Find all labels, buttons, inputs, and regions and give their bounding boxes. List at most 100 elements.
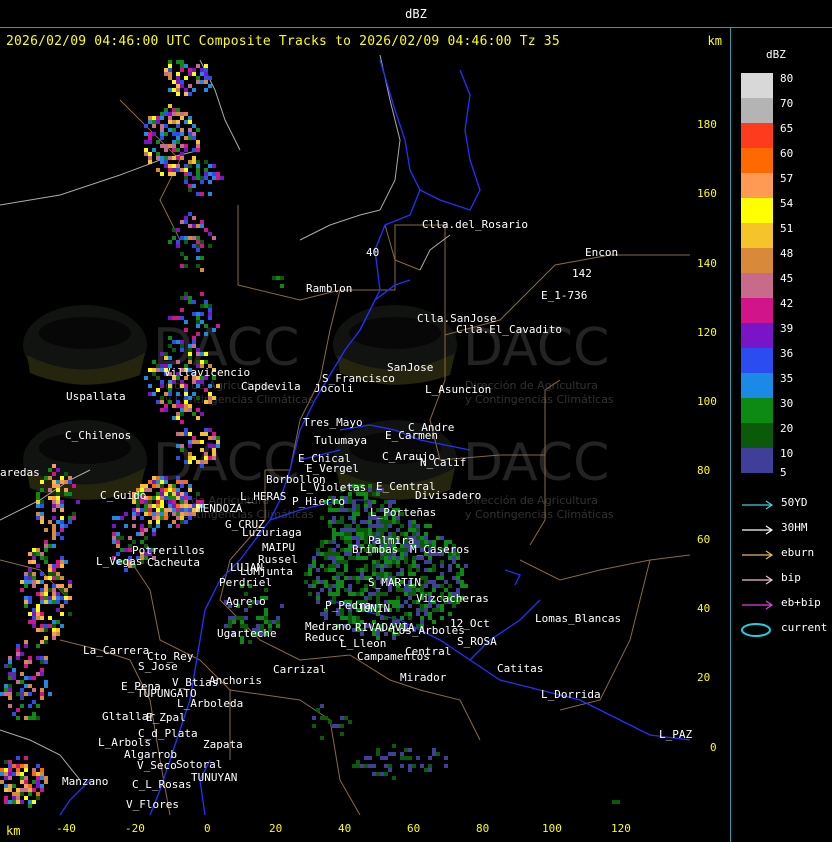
radar-echo-cell <box>16 692 20 696</box>
radar-echo-cell <box>184 164 188 168</box>
radar-echo-cell <box>184 408 188 412</box>
radar-echo-cell <box>180 520 184 524</box>
radar-echo-cell <box>188 440 192 444</box>
radar-echo-cell <box>328 548 332 552</box>
radar-echo-cell <box>324 568 328 572</box>
radar-echo-cell <box>188 504 192 508</box>
place-label: Uspallata <box>66 390 126 403</box>
radar-echo-cell <box>68 480 72 484</box>
radar-echo-cell <box>188 508 192 512</box>
radar-echo-cell <box>152 516 156 520</box>
radar-echo-cell <box>192 380 196 384</box>
radar-echo-cell <box>56 572 60 576</box>
radar-echo-cell <box>52 472 56 476</box>
map-title: 2026/02/09 04:46:00 UTC Composite Tracks… <box>6 34 560 49</box>
radar-echo-cell <box>176 72 180 76</box>
radar-echo-cell <box>52 524 56 528</box>
radar-echo-cell <box>32 800 36 804</box>
radar-echo-cell <box>8 788 12 792</box>
radar-echo-cell <box>40 572 44 576</box>
radar-echo-cell <box>40 552 44 556</box>
radar-echo-cell <box>192 216 196 220</box>
radar-echo-cell <box>168 164 172 168</box>
radar-echo-cell <box>184 144 188 148</box>
radar-echo-cell <box>168 336 172 340</box>
radar-echo-cell <box>188 408 192 412</box>
radar-echo-cell <box>208 232 212 236</box>
radar-echo-cell <box>176 516 180 520</box>
radar-echo-cell <box>160 112 164 116</box>
radar-echo-cell <box>392 560 396 564</box>
radar-echo-cell <box>612 800 616 804</box>
radar-echo-cell <box>404 560 408 564</box>
radar-echo-cell <box>32 676 36 680</box>
radar-echo-cell <box>360 536 364 540</box>
radar-echo-cell <box>180 68 184 72</box>
radar-echo-cell <box>380 756 384 760</box>
radar-echo-cell <box>396 608 400 612</box>
place-label: TUNUYAN <box>191 771 237 784</box>
radar-echo-cell <box>44 560 48 564</box>
radar-echo-cell <box>40 696 44 700</box>
radar-echo-cell <box>148 384 152 388</box>
radar-echo-cell <box>380 616 384 620</box>
radar-echo-cell <box>180 444 184 448</box>
radar-echo-cell <box>184 216 188 220</box>
radar-echo-cell <box>180 408 184 412</box>
radar-echo-cell <box>144 536 148 540</box>
radar-echo-cell <box>316 580 320 584</box>
radar-echo-cell <box>36 780 40 784</box>
radar-echo-cell <box>176 512 180 516</box>
radar-echo-cell <box>396 560 400 564</box>
radar-echo-cell <box>52 564 56 568</box>
radar-map[interactable]: DACC ción de Agricultura y Contingencias… <box>0 55 694 816</box>
radar-echo-cell <box>188 116 192 120</box>
radar-echo-cell <box>332 528 336 532</box>
legend-swatch <box>741 98 773 123</box>
radar-echo-cell <box>152 484 156 488</box>
legend-swatch <box>741 448 773 473</box>
radar-echo-cell <box>52 568 56 572</box>
radar-echo-cell <box>176 412 180 416</box>
radar-echo-cell <box>20 580 24 584</box>
radar-echo-cell <box>200 68 204 72</box>
radar-echo-cell <box>332 592 336 596</box>
radar-echo-cell <box>208 444 212 448</box>
radar-echo-cell <box>204 64 208 68</box>
radar-echo-cell <box>40 504 44 508</box>
radar-echo-cell <box>40 480 44 484</box>
radar-echo-cell <box>348 592 352 596</box>
radar-echo-cell <box>320 736 324 740</box>
radar-echo-cell <box>180 420 184 424</box>
radar-echo-cell <box>208 192 212 196</box>
radar-echo-cell <box>340 548 344 552</box>
radar-echo-cell <box>44 624 48 628</box>
radar-echo-cell <box>120 548 124 552</box>
radar-echo-cell <box>408 520 412 524</box>
radar-echo-cell <box>4 768 8 772</box>
radar-echo-cell <box>24 572 28 576</box>
radar-echo-cell <box>340 516 344 520</box>
radar-echo-cell <box>344 508 348 512</box>
radar-echo-cell <box>444 764 448 768</box>
radar-echo-cell <box>24 684 28 688</box>
radar-echo-cell <box>196 224 200 228</box>
place-label: MENDOZA <box>196 502 243 515</box>
radar-echo-cell <box>200 240 204 244</box>
radar-echo-cell <box>352 520 356 524</box>
radar-echo-cell <box>24 756 28 760</box>
radar-echo-cell <box>172 500 176 504</box>
radar-echo-cell <box>36 592 40 596</box>
radar-echo-cell <box>208 396 212 400</box>
radar-echo-cell <box>436 608 440 612</box>
radar-echo-cell <box>212 456 216 460</box>
radar-echo-cell <box>144 512 148 516</box>
radar-echo-cell <box>376 592 380 596</box>
radar-echo-cell <box>372 772 376 776</box>
radar-echo-cell <box>212 176 216 180</box>
radar-echo-cell <box>424 532 428 536</box>
radar-echo-cell <box>156 400 160 404</box>
radar-echo-cell <box>172 404 176 408</box>
radar-echo-cell <box>212 436 216 440</box>
radar-echo-cell <box>200 220 204 224</box>
